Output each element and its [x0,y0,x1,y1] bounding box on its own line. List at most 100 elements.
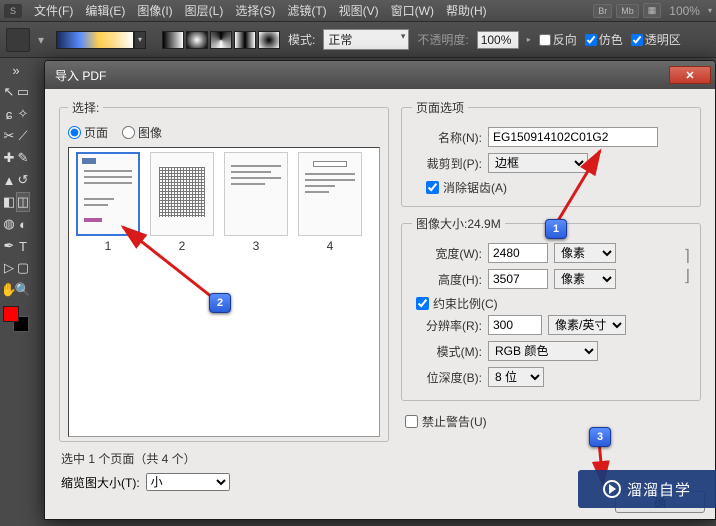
menu-layer[interactable]: 图层(L) [179,0,230,21]
select-fieldset: 选择: 页面 图像 1 [59,99,389,442]
hand-tool-icon[interactable]: ✋ [2,280,16,300]
page-thumb-3-label: 3 [253,236,260,253]
callout-2: 2 [209,293,231,313]
lasso-tool-icon[interactable]: ɕ [2,104,16,124]
gradient-picker-chevron-icon[interactable]: ▾ [134,31,146,49]
badge-layout-icon[interactable]: ▦ [643,3,662,18]
image-size-fieldset: 图像大小:24.9M 宽度(W): 像素 高度(H): 像素 [401,215,701,401]
zoom-display[interactable]: 100% [665,4,704,18]
opacity-label: 不透明度: [417,31,468,48]
opacity-input[interactable]: 100% [477,31,519,49]
color-mode-select[interactable]: RGB 颜色 [488,341,598,361]
blend-mode-label: 模式: [288,31,315,48]
gradient-type-group [162,31,280,49]
selection-summary: 选中 1 个页面（共 4 个） [59,442,389,473]
move-tool-icon[interactable]: ↖ [2,82,16,102]
menu-select[interactable]: 选择(S) [229,0,281,21]
gradient-reflected-icon[interactable] [234,31,256,49]
thumb-size-select[interactable]: 小 [146,473,230,491]
bit-depth-label: 位深度(B): [412,369,482,386]
height-unit-select[interactable]: 像素 [554,269,616,289]
wand-tool-icon[interactable]: ✧ [16,104,30,124]
dialog-titlebar[interactable]: 导入 PDF ✕ [45,61,715,89]
history-brush-tool-icon[interactable]: ↺ [16,170,30,190]
foreground-color-swatch[interactable] [3,306,19,322]
menu-window[interactable]: 窗口(W) [385,0,440,21]
reverse-checkbox[interactable]: 反向 [539,31,577,48]
transparent-label: 透明区 [645,31,681,48]
crop-tool-icon[interactable]: ✂ [2,126,16,146]
suppress-warnings-checkbox[interactable] [405,415,418,428]
radio-page[interactable]: 页面 [68,124,108,141]
app-icon: S [4,4,22,18]
gradient-angle-icon[interactable] [210,31,232,49]
badge-mb[interactable]: Mb [616,4,639,18]
eyedropper-tool-icon[interactable]: ⟋ [16,126,30,146]
menu-edit[interactable]: 编辑(E) [79,0,131,21]
shape-tool-icon[interactable]: ▢ [16,258,30,278]
page-thumb-1-label: 1 [105,236,112,253]
blur-tool-icon[interactable]: ◍ [2,214,16,234]
link-dimensions-icon[interactable]: ⌉⌋ [684,246,690,286]
width-input[interactable] [488,243,548,263]
menu-view[interactable]: 视图(V) [333,0,385,21]
gradient-linear-icon[interactable] [162,31,184,49]
radio-image-label: 图像 [138,124,162,141]
select-legend: 选择: [68,99,103,116]
gradient-preview[interactable] [56,31,134,49]
menu-filter[interactable]: 滤镜(T) [281,0,332,21]
eraser-tool-icon[interactable]: ◧ [2,192,16,212]
page-thumb-4[interactable]: 4 [295,152,365,253]
gradient-diamond-icon[interactable] [258,31,280,49]
dialog-title: 导入 PDF [55,67,669,84]
color-swatches[interactable] [3,306,29,332]
page-thumb-1[interactable]: 1 [73,152,143,253]
dither-label: 仿色 [599,31,623,48]
brush-tool-icon[interactable]: ✎ [16,148,30,168]
active-tool-icon[interactable] [6,28,30,52]
path-select-tool-icon[interactable]: ▷ [2,258,16,278]
menu-bar: S 文件(F) 编辑(E) 图像(I) 图层(L) 选择(S) 滤镜(T) 视图… [0,0,716,22]
page-thumb-3[interactable]: 3 [221,152,291,253]
radio-image[interactable]: 图像 [122,124,162,141]
heal-tool-icon[interactable]: ✚ [2,148,16,168]
marquee-tool-icon[interactable]: ▭ [16,82,30,102]
transparent-checkbox[interactable]: 透明区 [631,31,681,48]
name-label: 名称(N): [412,129,482,146]
opacity-chevron-icon[interactable]: ▸ [527,35,531,44]
expand-palette-icon[interactable]: » [4,60,28,80]
menu-image[interactable]: 图像(I) [131,0,178,21]
zoom-chevron-icon[interactable]: ▾ [708,6,712,15]
color-mode-label: 模式(M): [412,343,482,360]
close-button[interactable]: ✕ [669,66,711,84]
blend-mode-select[interactable]: 正常 [323,29,409,50]
gradient-radial-icon[interactable] [186,31,208,49]
height-input[interactable] [488,269,548,289]
stamp-tool-icon[interactable]: ▲ [2,170,16,190]
crop-select[interactable]: 边框 [488,153,588,173]
height-label: 高度(H): [412,271,482,288]
page-thumb-2[interactable]: 2 [147,152,217,253]
thumbnail-grid[interactable]: 1 2 3 [68,147,380,437]
play-icon [603,480,621,498]
resolution-unit-select[interactable]: 像素/英寸 [548,315,626,335]
width-unit-select[interactable]: 像素 [554,243,616,263]
constrain-checkbox[interactable] [416,297,429,310]
pen-tool-icon[interactable]: ✒ [2,236,16,256]
resolution-label: 分辨率(R): [412,317,482,334]
gradient-tool-icon[interactable]: ◫ [16,192,30,212]
antialias-checkbox[interactable] [426,181,439,194]
zoom-tool-icon[interactable]: 🔍 [16,280,30,300]
menu-help[interactable]: 帮助(H) [440,0,493,21]
name-input[interactable] [488,127,658,147]
menu-file[interactable]: 文件(F) [28,0,79,21]
constrain-label: 约束比例(C) [433,295,498,312]
resolution-input[interactable] [488,315,542,335]
dither-checkbox[interactable]: 仿色 [585,31,623,48]
dodge-tool-icon[interactable]: ◐ [16,214,30,234]
badge-bridge[interactable]: Br [593,4,612,18]
tool-preset-chevron-icon[interactable]: ▾ [38,33,48,47]
type-tool-icon[interactable]: T [16,236,30,256]
bit-depth-select[interactable]: 8 位 [488,367,544,387]
watermark-logo: 溜溜自学 [578,470,716,508]
